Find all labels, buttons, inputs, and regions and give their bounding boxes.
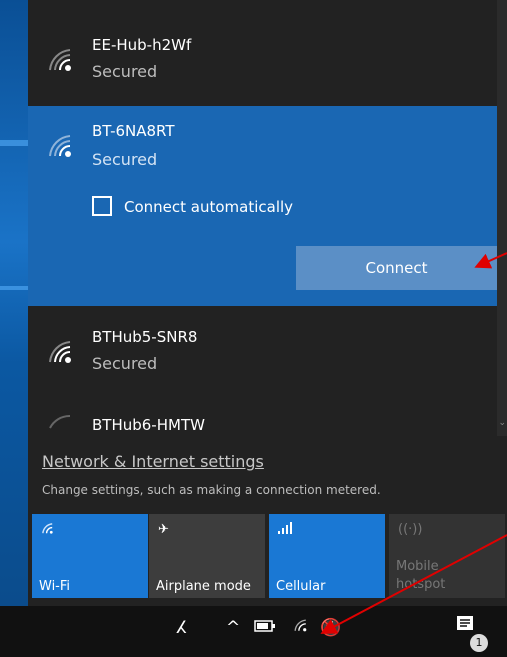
- wifi-signal-icon: [49, 135, 71, 157]
- network-settings-description: Change settings, such as making a connec…: [42, 483, 381, 497]
- hotspot-icon: ((·)): [398, 522, 423, 537]
- network-name: BTHub6-HMTW: [92, 416, 205, 434]
- taskbar: ⵃ ^ 🔇 1: [0, 606, 507, 657]
- network-item-bthub6[interactable]: BTHub6-HMTW: [28, 394, 497, 436]
- connect-automatically-checkbox[interactable]: [92, 196, 112, 216]
- network-status: Secured: [92, 62, 158, 81]
- cellular-icon: [278, 522, 294, 538]
- notification-count-badge: 1: [470, 634, 488, 652]
- connect-button[interactable]: Connect: [296, 246, 497, 290]
- airplane-mode-tile[interactable]: ✈ Airplane mode: [149, 514, 265, 598]
- tile-label: Airplane mode: [156, 579, 251, 594]
- connect-automatically-label[interactable]: Connect automatically: [124, 198, 293, 216]
- network-item-bthub5[interactable]: BTHub5-SNR8 Secured: [28, 306, 497, 394]
- tile-label: Cellular: [276, 579, 326, 594]
- cellular-tile[interactable]: Cellular: [269, 514, 385, 598]
- wifi-tile[interactable]: Wi-Fi: [32, 514, 148, 598]
- network-item-ee-hub[interactable]: EE-Hub-h2Wf Secured: [28, 0, 497, 106]
- network-list-scrollbar[interactable]: [497, 0, 507, 436]
- wifi-signal-icon: [49, 49, 71, 71]
- tile-label: Mobile hotspot: [396, 559, 446, 592]
- network-status: Secured: [92, 150, 158, 169]
- desktop-light-streak: [0, 140, 28, 146]
- wifi-icon: [41, 522, 55, 540]
- tile-label: Wi-Fi: [39, 579, 71, 594]
- airplane-icon: ✈: [158, 522, 169, 537]
- quick-actions: Wi-Fi ✈ Airplane mode Cellular ((·)) Mob…: [28, 514, 507, 598]
- network-settings-link[interactable]: Network & Internet settings: [42, 452, 264, 471]
- mobile-hotspot-tile: ((·)) Mobile hotspot: [389, 514, 505, 598]
- network-flyout: ⌄ EE-Hub-h2Wf Secured BT-6NA8RT Secured …: [28, 0, 507, 606]
- network-status: Secured: [92, 354, 158, 373]
- wifi-signal-icon: [49, 341, 71, 363]
- volume-muted-icon[interactable]: 🔇: [320, 618, 341, 638]
- chevron-up-icon[interactable]: ^: [226, 618, 240, 638]
- desktop-light-streak: [0, 286, 28, 290]
- wifi-icon[interactable]: [292, 618, 310, 639]
- wifi-signal-icon: [49, 414, 71, 429]
- battery-icon[interactable]: [254, 618, 276, 638]
- network-name: EE-Hub-h2Wf: [92, 36, 192, 54]
- people-icon[interactable]: ⵃ: [176, 618, 187, 638]
- scroll-down-arrow-icon[interactable]: ⌄: [498, 418, 506, 428]
- network-name: BTHub5-SNR8: [92, 328, 198, 346]
- network-name: BT-6NA8RT: [92, 122, 175, 140]
- desktop-background: [0, 0, 28, 606]
